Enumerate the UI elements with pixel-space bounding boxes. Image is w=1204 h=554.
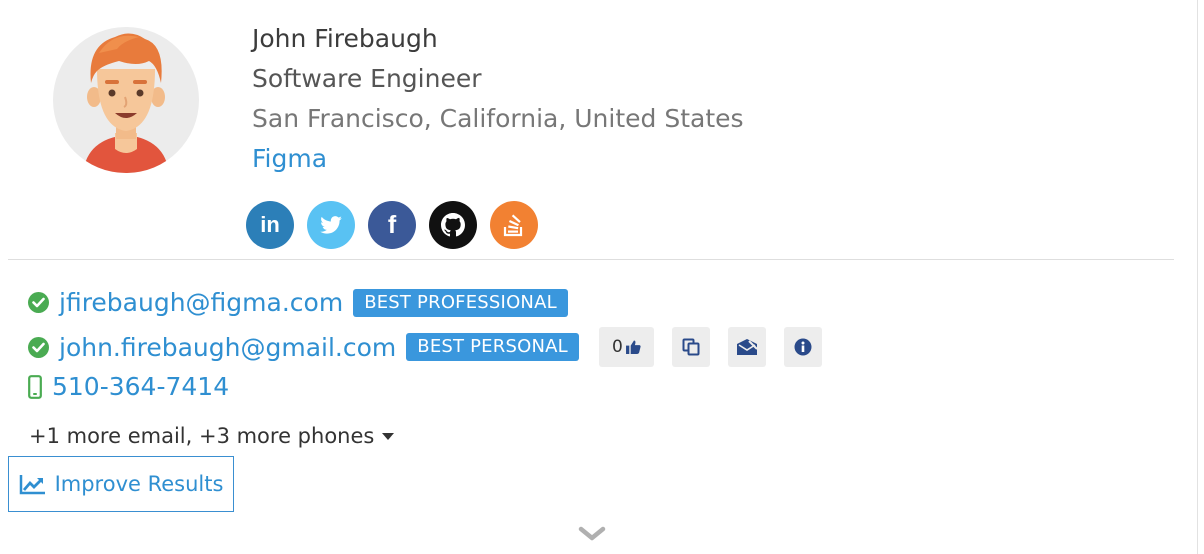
phone-link[interactable]: 510-364-7414 [52,372,229,401]
more-contacts-label: +1 more email, +3 more phones [29,424,375,448]
twitter-icon [320,216,342,234]
upvote-count: 0 [611,337,623,357]
copy-icon [682,338,700,356]
email-bounce-button[interactable] [727,327,766,367]
github-icon [441,213,465,237]
facebook-icon: f [387,210,397,239]
twitter-link[interactable] [307,201,355,249]
email-row: john.firebaugh@gmail.com BEST PERSONAL 0 [28,327,822,367]
card-border-right [1197,0,1198,554]
best-professional-badge: BEST PROFESSIONAL [353,288,568,317]
stackoverflow-icon [503,214,523,237]
linkedin-icon: in [260,212,280,237]
more-contacts-toggle[interactable]: +1 more email, +3 more phones [29,424,395,448]
github-link[interactable] [429,201,477,249]
improve-results-button[interactable]: Improve Results [8,456,234,512]
company-link[interactable]: Figma [252,144,327,173]
avatar [53,27,199,173]
caret-down-icon [382,432,395,440]
best-personal-badge: BEST PERSONAL [406,333,579,361]
facebook-link[interactable]: f [368,201,416,249]
email-link-professional[interactable]: jfirebaugh@figma.com [59,288,343,317]
linkedin-link[interactable]: in [246,201,294,249]
profile-job-title: Software Engineer [252,64,482,93]
thumbs-up-icon [625,340,641,354]
upvote-button[interactable]: 0 [598,327,654,367]
improve-results-label: Improve Results [54,472,224,496]
envelope-icon [736,339,758,355]
email-link-personal[interactable]: john.firebaugh@gmail.com [59,333,396,362]
verified-check-icon [28,336,49,358]
mobile-phone-icon [28,374,42,399]
profile-name: John Firebaugh [252,24,438,53]
phone-row: 510-364-7414 [28,372,229,401]
info-button[interactable] [783,327,822,367]
section-divider [8,259,1174,260]
info-icon [794,338,812,356]
email-actions: 0 [598,327,822,367]
email-row: jfirebaugh@figma.com BEST PROFESSIONAL [28,288,568,317]
trend-chart-icon [19,475,45,495]
verified-check-icon [28,292,49,313]
expand-chevron-icon[interactable] [578,526,606,546]
profile-location: San Francisco, California, United States [252,104,744,133]
stackoverflow-link[interactable] [490,201,538,249]
copy-button[interactable] [671,327,710,367]
social-links: in f [246,201,538,249]
